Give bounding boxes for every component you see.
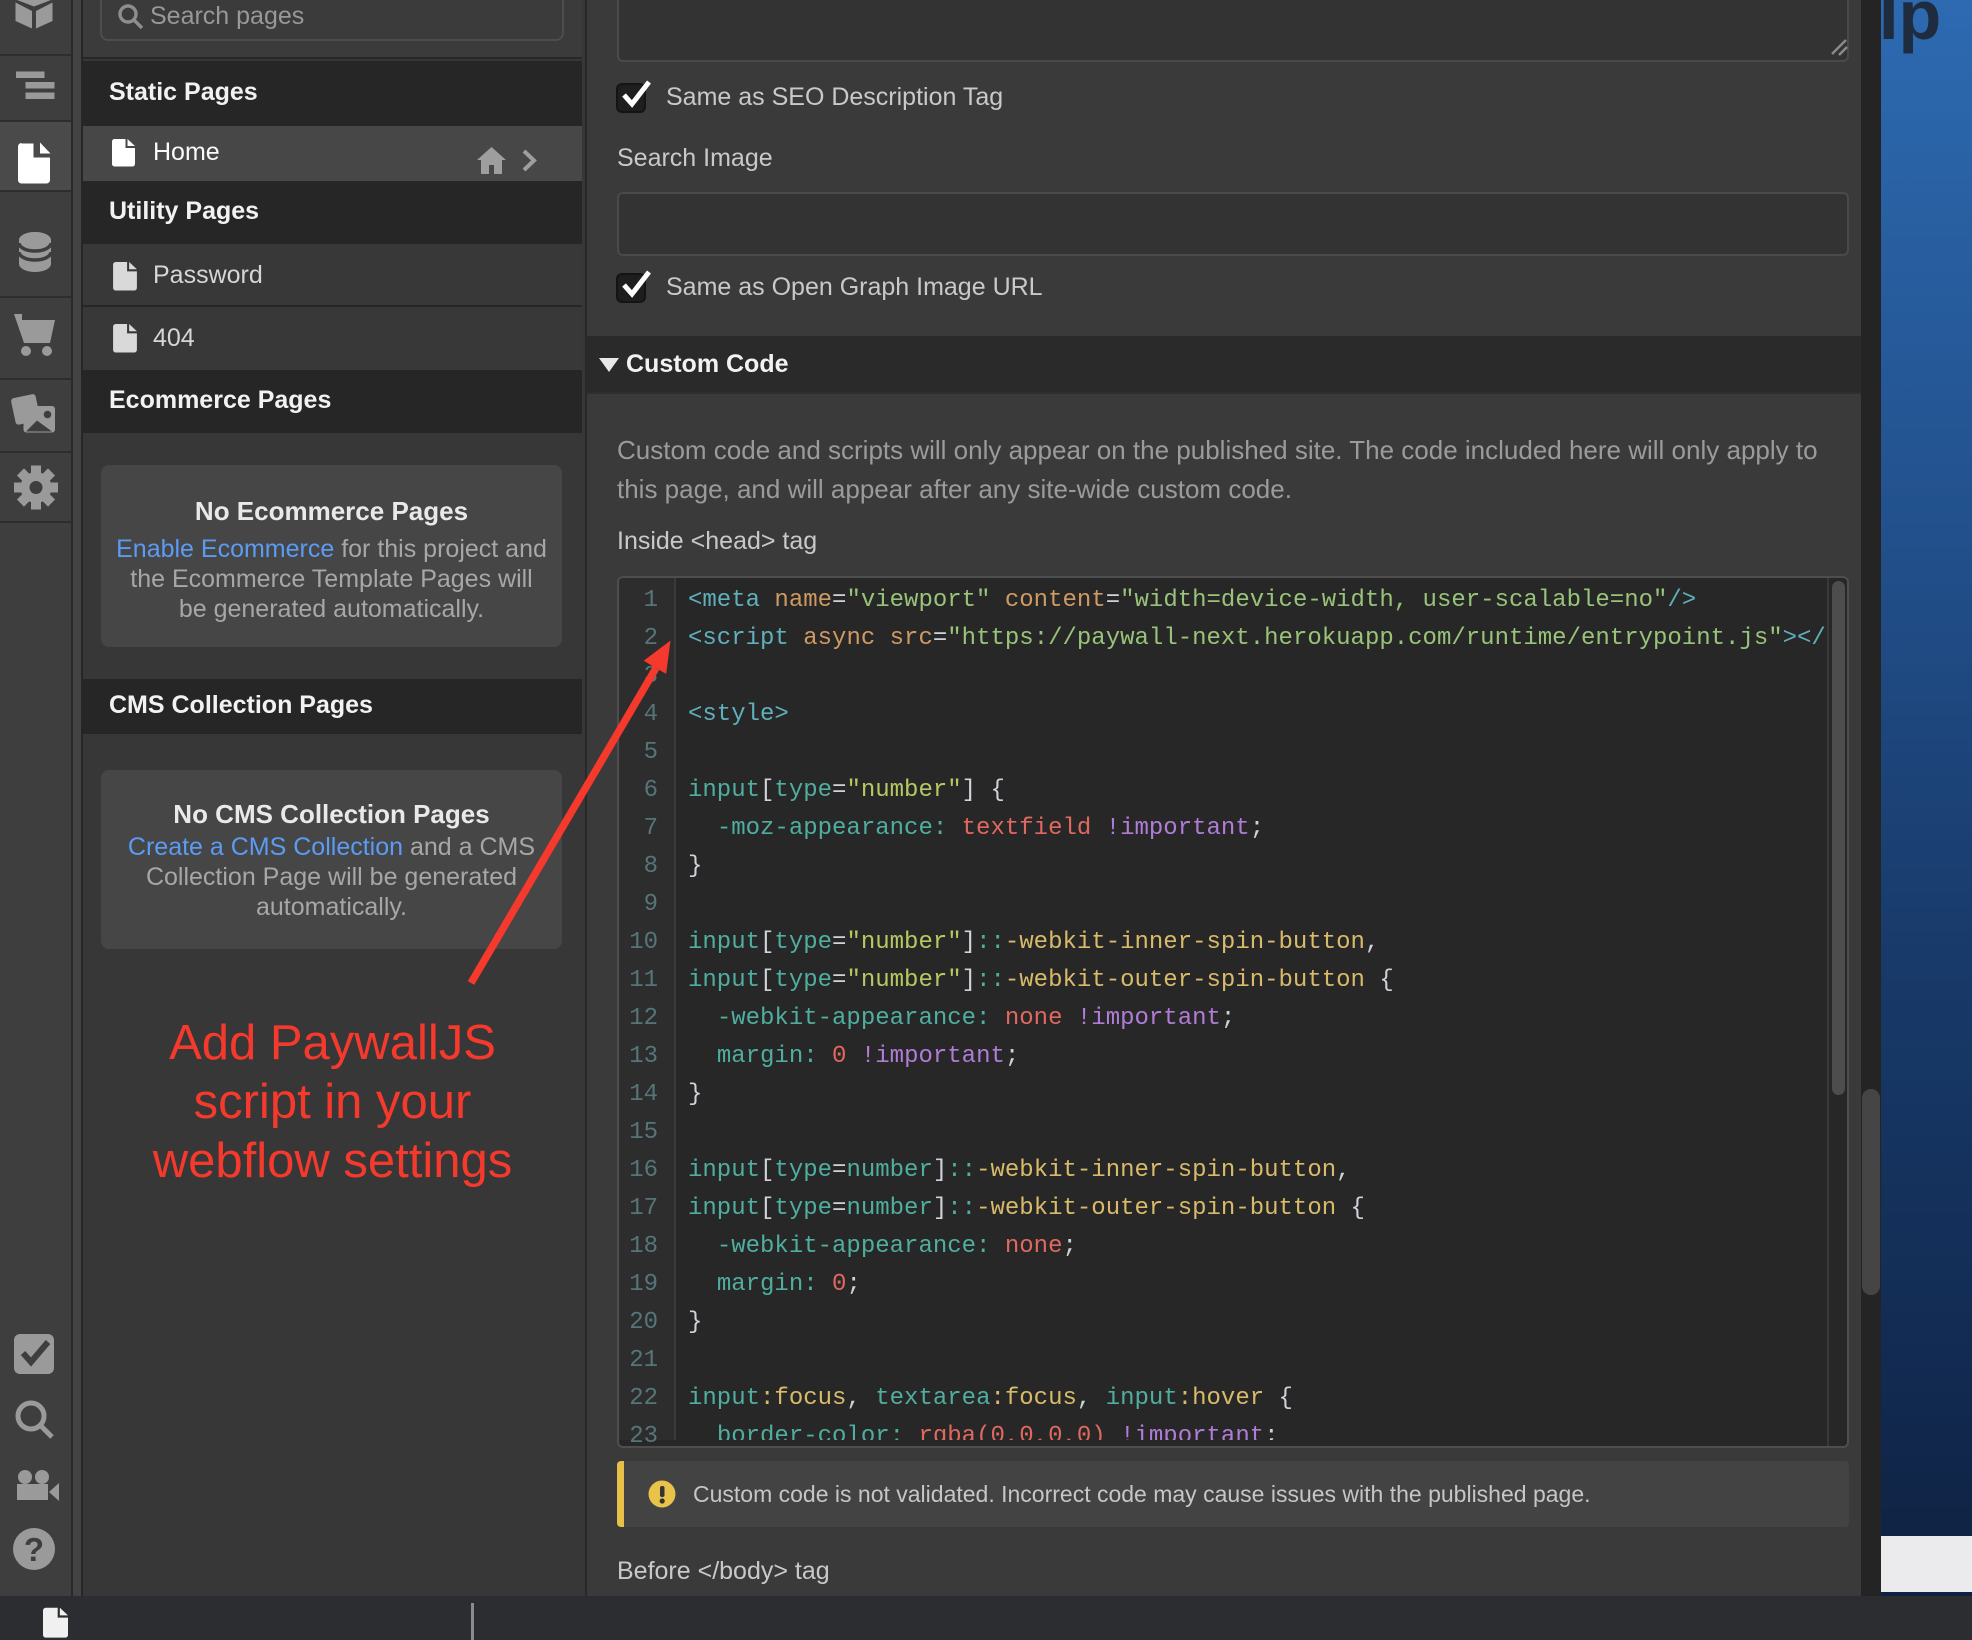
svg-text:?: ? bbox=[24, 1531, 44, 1568]
